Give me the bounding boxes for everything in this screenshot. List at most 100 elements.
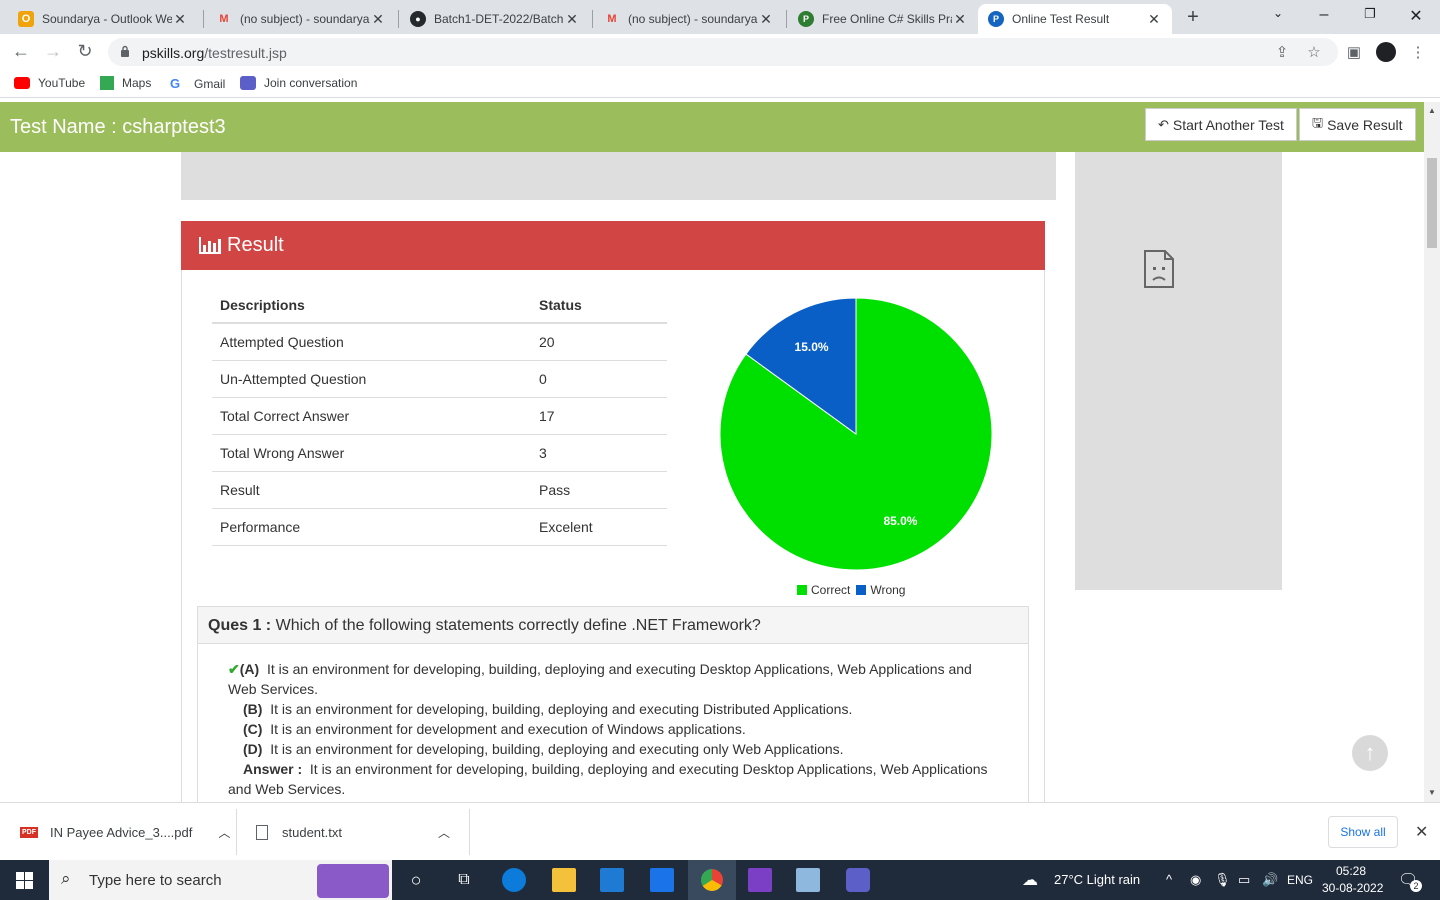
window-close-icon[interactable]: ✕ (1406, 6, 1426, 26)
taskbar-search-box[interactable]: ⌕ Type here to search (49, 860, 392, 900)
chrome-taskbar-button[interactable] (688, 860, 736, 900)
pie-label-correct: 85.0% (883, 514, 917, 528)
bookmarks-bar: YouTube Maps G Gmail Join conversation (0, 70, 1440, 98)
ad-placeholder (181, 152, 1056, 200)
forward-icon[interactable]: → (42, 41, 64, 62)
table-row: Performance Excelent (212, 508, 667, 546)
arrow-up-icon: ↑ (1364, 740, 1376, 765)
question-header: Ques 1 : Which of the following statemen… (197, 606, 1029, 644)
browser-tab[interactable]: P Free Online C# Skills Pra ✕ (788, 4, 978, 34)
gmail-icon: M (219, 13, 229, 25)
edge-icon[interactable] (502, 868, 526, 892)
windows-taskbar: ⌕ Type here to search ○ ⧉ ☁ 27°C Light r… (0, 860, 1440, 900)
scrollbar-thumb[interactable] (1427, 158, 1437, 248)
table-row: Result Pass (212, 471, 667, 509)
table-header: Status (531, 288, 667, 324)
close-downloads-icon[interactable]: ✕ (1415, 822, 1428, 842)
windows-start-icon[interactable] (16, 872, 33, 889)
start-another-test-button[interactable]: ↶ Start Another Test (1145, 108, 1297, 141)
browser-toolbar: ← → ↻ pskills.org/testresult.jsp ⇪ ☆ ▣ ⋮ (0, 34, 1440, 70)
download-item[interactable]: student.txt ︿ (256, 824, 450, 841)
weather-text[interactable]: 27°C Light rain (1054, 872, 1140, 887)
page-scrollbar[interactable]: ▲ ▼ (1424, 102, 1440, 802)
teams-icon[interactable] (846, 868, 870, 892)
github-icon: ● (410, 11, 426, 27)
scroll-up-icon[interactable]: ▲ (1428, 106, 1436, 115)
save-icon: 🖫 (1312, 114, 1324, 130)
tab-title: Batch1-DET-2022/Batch (434, 12, 564, 26)
browser-tab-active[interactable]: P Online Test Result ✕ (978, 4, 1172, 34)
broken-page-icon (1144, 250, 1174, 288)
notepad-icon[interactable] (796, 868, 820, 892)
cortana-icon[interactable]: ○ (404, 868, 428, 892)
bookmark-youtube[interactable]: YouTube (14, 76, 85, 90)
save-result-button[interactable]: 🖫 Save Result (1299, 108, 1416, 141)
close-icon[interactable]: ✕ (758, 11, 774, 28)
close-icon[interactable]: ✕ (564, 11, 580, 28)
table-row: Attempted Question 20 (212, 323, 667, 361)
scroll-to-top-button[interactable]: ↑ (1352, 735, 1388, 771)
bookmark-teams[interactable]: Join conversation (240, 76, 357, 90)
option-a: ✔(A) It is an environment for developing… (228, 661, 972, 697)
bookmark-gmail[interactable]: G Gmail (170, 76, 225, 91)
tab-strip: O Soundarya - Outlook We ✕ M (no subject… (0, 0, 1440, 34)
tab-title: (no subject) - soundarya (240, 12, 370, 26)
file-explorer-icon[interactable] (552, 868, 576, 892)
speaker-icon[interactable]: 🔊 (1262, 872, 1278, 888)
bookmark-star-icon[interactable]: ☆ (1304, 43, 1324, 61)
browser-tab[interactable]: M (no subject) - soundarya ✕ (206, 4, 396, 34)
tab-title: Online Test Result (1012, 12, 1110, 26)
chevron-up-icon[interactable]: ︿ (218, 824, 230, 841)
reload-icon[interactable]: ↻ (74, 41, 96, 62)
clock-date[interactable]: 30-08-2022 (1322, 881, 1383, 895)
task-view-icon[interactable]: ⧉ (452, 868, 476, 892)
google-icon: G (170, 76, 181, 91)
page-viewport: Test Name : csharptest3 ↶ Start Another … (0, 102, 1424, 802)
show-all-button[interactable]: Show all (1328, 816, 1398, 848)
new-tab-button[interactable]: + (1182, 6, 1204, 29)
share-icon[interactable]: ⇪ (1272, 43, 1292, 61)
microphone-icon[interactable]: 🎙 (1214, 872, 1231, 888)
browser-tab[interactable]: ● Batch1-DET-2022/Batch ✕ (400, 4, 590, 34)
tab-title: (no subject) - soundarya (628, 12, 758, 26)
network-icon[interactable]: ◉ (1190, 872, 1201, 888)
chevron-up-icon[interactable]: ^ (1166, 872, 1172, 887)
browser-tab[interactable]: O Soundarya - Outlook We ✕ (8, 4, 198, 34)
close-icon[interactable]: ✕ (172, 11, 188, 28)
side-panel-icon[interactable]: ▣ (1344, 43, 1364, 61)
avatar[interactable] (1376, 42, 1396, 62)
outlook-icon: O (18, 11, 34, 27)
menu-icon[interactable]: ⋮ (1408, 43, 1428, 61)
back-icon[interactable]: ← (10, 41, 32, 62)
language-indicator[interactable]: ENG (1287, 873, 1313, 887)
test-name: Test Name : csharptest3 (10, 116, 226, 138)
visual-studio-icon[interactable] (748, 868, 772, 892)
wifi-icon[interactable]: ▭ (1238, 872, 1250, 888)
table-row: Total Wrong Answer 3 (212, 434, 667, 472)
store-icon[interactable] (600, 868, 624, 892)
url-text: pskills.org/testresult.jsp (142, 45, 287, 61)
browser-tab[interactable]: M (no subject) - soundarya ✕ (594, 4, 784, 34)
restore-icon[interactable]: ❐ (1360, 6, 1380, 22)
tab-search-icon[interactable]: ⌄ (1268, 6, 1288, 20)
close-icon[interactable]: ✕ (1146, 11, 1162, 28)
minimize-icon[interactable]: – (1314, 6, 1334, 24)
chrome-icon (701, 869, 723, 891)
question-options: ✔(A) It is an environment for developing… (197, 643, 1029, 802)
close-icon[interactable]: ✕ (952, 11, 968, 28)
result-pie-chart: 85.0% 15.0% (719, 297, 993, 571)
close-icon[interactable]: ✕ (370, 11, 386, 28)
cloud-rain-icon: ☁ (1022, 872, 1038, 889)
option-c: (C) It is an environment for development… (243, 721, 746, 737)
clock-time[interactable]: 05:28 (1336, 864, 1366, 878)
download-item[interactable]: PDF IN Payee Advice_3....pdf ︿ (20, 824, 230, 841)
bookmark-maps[interactable]: Maps (100, 76, 151, 90)
youtube-icon (14, 77, 30, 89)
legend-item-correct: Correct (797, 583, 850, 597)
test-header-bar: Test Name : csharptest3 ↶ Start Another … (0, 102, 1424, 152)
address-bar[interactable]: pskills.org/testresult.jsp (108, 38, 1338, 66)
scroll-down-icon[interactable]: ▼ (1428, 788, 1436, 797)
gmail-icon: M (607, 13, 617, 25)
mail-icon[interactable] (650, 868, 674, 892)
chevron-up-icon[interactable]: ︿ (438, 824, 450, 841)
